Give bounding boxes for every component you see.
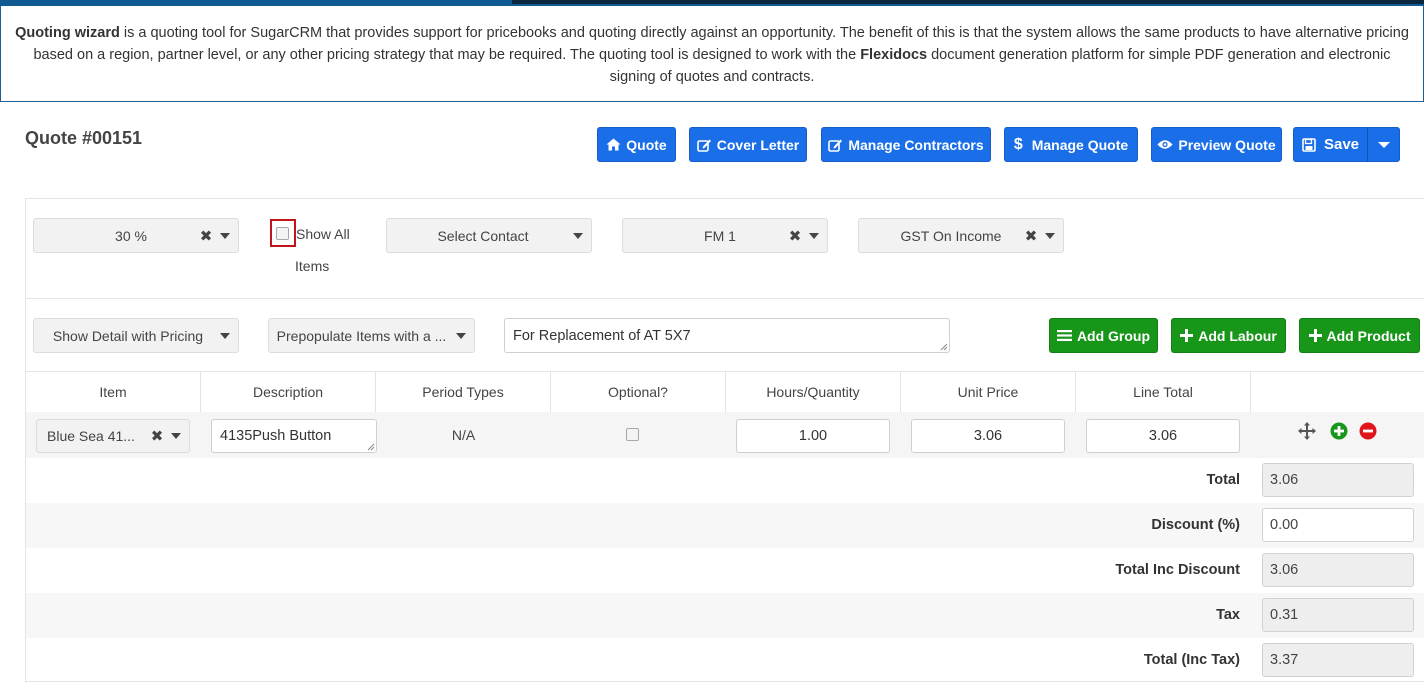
quote-button[interactable]: Quote xyxy=(597,127,676,162)
chevron-down-icon xyxy=(1045,232,1055,239)
fm-select[interactable]: FM 1 ✖ xyxy=(622,218,828,253)
caret-down-icon xyxy=(1377,141,1390,148)
clear-icon[interactable]: ✖ xyxy=(1023,227,1039,245)
add-group-button[interactable]: Add Group xyxy=(1049,318,1158,353)
percent-select-value: 30 % xyxy=(115,227,147,244)
description-textarea[interactable]: 4135Push Button xyxy=(211,419,377,453)
period-type-value: N/A xyxy=(451,427,476,443)
tax-select-value: GST On Income xyxy=(900,227,1002,244)
tax-select[interactable]: GST On Income ✖ xyxy=(858,218,1064,253)
add-labour-button[interactable]: Add Labour xyxy=(1171,318,1286,353)
add-product-button-label: Add Product xyxy=(1326,327,1411,344)
chevron-down-icon xyxy=(809,232,819,239)
floppy-icon xyxy=(1302,137,1316,152)
notes-text: For Replacement of AT 5X7 xyxy=(513,327,691,344)
chevron-down-icon xyxy=(573,232,583,239)
cover-letter-button[interactable]: Cover Letter xyxy=(689,127,807,162)
chevron-down-icon xyxy=(220,332,230,339)
column-header-line-total: Line Total xyxy=(1076,372,1251,412)
list-icon xyxy=(1056,330,1072,341)
total-field: 3.06 xyxy=(1262,463,1414,497)
chevron-down-icon xyxy=(220,232,230,239)
quantity-input[interactable]: 1.00 xyxy=(736,419,890,453)
column-header-unit-price: Unit Price xyxy=(901,372,1076,412)
save-button[interactable]: Save xyxy=(1293,127,1368,162)
totals-stripe xyxy=(26,593,1424,638)
discount-input[interactable]: 0.00 xyxy=(1262,508,1414,542)
add-group-button-label: Add Group xyxy=(1076,327,1151,344)
plus-icon xyxy=(1308,329,1322,342)
save-button-label: Save xyxy=(1323,136,1360,153)
contact-select[interactable]: Select Contact xyxy=(386,218,592,253)
manage-contractors-button[interactable]: Manage Contractors xyxy=(821,127,991,162)
total-inc-discount-label: Total Inc Discount xyxy=(1115,562,1240,578)
preview-quote-button-label: Preview Quote xyxy=(1178,136,1276,153)
unit-price-input[interactable]: 3.06 xyxy=(911,419,1065,453)
contact-select-placeholder: Select Contact xyxy=(437,227,529,244)
manage-contractors-button-label: Manage Contractors xyxy=(848,136,984,153)
optional-checkbox[interactable] xyxy=(626,428,639,441)
intro-bold-product: Quoting wizard xyxy=(15,25,120,41)
home-icon xyxy=(606,138,621,151)
intro-bold-flexidocs: Flexidocs xyxy=(860,47,928,63)
page-title: Quote #00151 xyxy=(25,128,143,148)
tax-label: Tax xyxy=(1216,607,1240,623)
prepopulate-select-value: Prepopulate Items with a ... xyxy=(276,327,447,344)
fm-select-value: FM 1 xyxy=(704,227,736,244)
preview-quote-button[interactable]: Preview Quote xyxy=(1151,127,1282,162)
minus-circle-icon[interactable] xyxy=(1359,422,1377,440)
description-text: 4135Push Button xyxy=(220,428,332,444)
detail-select-value: Show Detail with Pricing xyxy=(52,327,204,344)
manage-quote-button-label: Manage Quote xyxy=(1031,136,1129,153)
edit-icon xyxy=(696,139,711,152)
add-labour-button-label: Add Labour xyxy=(1198,327,1277,344)
column-header-period-types: Period Types xyxy=(376,372,551,412)
dollar-icon: $ xyxy=(1013,135,1023,153)
clear-icon[interactable]: ✖ xyxy=(198,227,214,245)
detail-select[interactable]: Show Detail with Pricing xyxy=(33,318,239,353)
tax-field: 0.31 xyxy=(1262,598,1414,632)
total-inc-tax-field: 3.37 xyxy=(1262,643,1414,677)
total-inc-tax-label: Total (Inc Tax) xyxy=(1143,652,1240,668)
show-all-label: Show All xyxy=(296,226,350,242)
item-select-value: Blue Sea 41... xyxy=(47,428,135,444)
chevron-down-icon xyxy=(456,332,466,339)
quote-button-label: Quote xyxy=(626,136,667,153)
item-select[interactable]: Blue Sea 41... ✖ xyxy=(36,419,190,453)
add-product-button[interactable]: Add Product xyxy=(1299,318,1420,353)
edit-icon xyxy=(828,139,843,152)
total-label: Total xyxy=(1206,472,1240,488)
line-total-input[interactable]: 3.06 xyxy=(1086,419,1240,453)
percent-select[interactable]: 30 % ✖ xyxy=(33,218,239,253)
resize-handle-icon[interactable] xyxy=(367,443,375,451)
manage-quote-button[interactable]: $ Manage Quote xyxy=(1004,127,1138,162)
column-header-optional: Optional? xyxy=(551,372,726,412)
show-all-checkbox[interactable] xyxy=(276,227,289,240)
discount-label: Discount (%) xyxy=(1151,517,1240,533)
save-options-dropdown[interactable] xyxy=(1367,127,1400,162)
prepopulate-select[interactable]: Prepopulate Items with a ... xyxy=(268,318,475,353)
column-header-hours-quantity: Hours/Quantity xyxy=(726,372,901,412)
show-all-items-label: Items xyxy=(295,258,330,274)
divider xyxy=(26,298,1424,299)
resize-handle-icon[interactable] xyxy=(940,343,948,351)
clear-icon[interactable]: ✖ xyxy=(787,227,803,245)
intro-banner: Quoting wizard is a quoting tool for Sug… xyxy=(0,6,1424,102)
column-header-item: Item xyxy=(26,372,201,412)
column-header-description: Description xyxy=(201,372,376,412)
plus-circle-icon[interactable] xyxy=(1330,422,1348,440)
move-icon[interactable] xyxy=(1297,421,1317,441)
divider xyxy=(26,681,1424,682)
clear-icon[interactable]: ✖ xyxy=(149,427,165,445)
eye-icon xyxy=(1157,140,1173,149)
total-inc-discount-field: 3.06 xyxy=(1262,553,1414,587)
plus-icon xyxy=(1180,329,1194,342)
cover-letter-button-label: Cover Letter xyxy=(716,136,800,153)
chevron-down-icon xyxy=(171,433,181,439)
notes-textarea[interactable]: For Replacement of AT 5X7 xyxy=(504,318,950,353)
